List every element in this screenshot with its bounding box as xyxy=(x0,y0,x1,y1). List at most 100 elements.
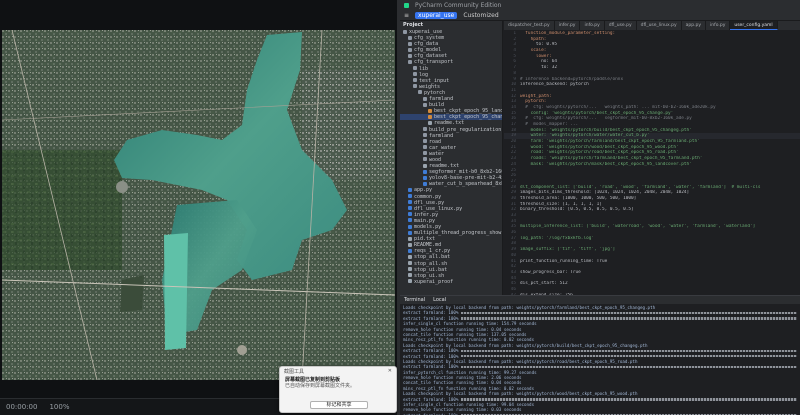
notification-line2: 已自动保存到屏幕截图文件夹。 xyxy=(285,383,356,389)
file-icon xyxy=(408,236,412,241)
tree-item-label: farmland xyxy=(429,96,454,103)
tree-item-label: build_pre_regularization xyxy=(429,126,502,133)
tree-item-label: yolov8-base-pre-mit-b2-4x2b-16 xyxy=(429,175,502,182)
menu-icon[interactable]: ≡ xyxy=(404,12,409,19)
file-icon xyxy=(408,254,412,259)
folder-icon xyxy=(408,53,412,58)
file-icon xyxy=(408,224,412,229)
project-panel-title: Project xyxy=(403,22,424,28)
progress-bar xyxy=(461,317,797,320)
main-toolbar: ≡ xuperai_use Customized xyxy=(400,10,800,21)
tree-item-label: pytorch xyxy=(424,89,446,96)
tree-item-label: stop_all.bat xyxy=(414,254,451,261)
code-text: print_function_running_time: True xyxy=(520,258,608,264)
editor-tab[interactable]: dfl_use.py xyxy=(605,21,637,30)
folder-icon xyxy=(418,90,422,95)
file-icon xyxy=(408,206,412,211)
tree-item-label: build xyxy=(429,102,445,109)
tree-item-label: infer.py xyxy=(414,211,439,218)
tree-item-label: water_cut_b_spearhead_8xb2-160 xyxy=(429,181,502,188)
tree-item-label: pid.txt xyxy=(414,236,436,243)
tree-item-label: dfl_use_linux.py xyxy=(414,205,463,212)
file-icon xyxy=(423,181,427,186)
file-icon xyxy=(408,267,412,272)
app-title: PyCharm Community Edition xyxy=(415,1,502,9)
terminal-tab[interactable]: Terminal xyxy=(404,297,425,303)
tree-item-label: road xyxy=(429,138,442,145)
code-text: show_progress_bar: True xyxy=(520,269,581,275)
tree-item-label: reqs_1_cr.py xyxy=(414,248,451,255)
tree-item-label: stop_ui.bat xyxy=(414,266,448,273)
branch-switcher[interactable]: Customized xyxy=(463,12,498,19)
folder-icon xyxy=(423,157,427,162)
file-icon xyxy=(408,187,412,192)
progress-bar xyxy=(461,349,797,353)
folder-icon xyxy=(408,47,412,52)
folder-icon xyxy=(423,151,427,156)
tree-item-label: readme.txt xyxy=(434,120,465,127)
folder-icon xyxy=(423,96,427,101)
tree-item-label: segformer_mit-b0_8xb2-160k_ad xyxy=(429,169,502,176)
editor-tab[interactable]: app.py xyxy=(682,21,707,30)
code-text: mask: 'weights/pytorch/mask/best_ckpt_ep… xyxy=(520,161,692,167)
editor-tab[interactable]: dispatcher_test.py xyxy=(504,21,555,30)
file-icon xyxy=(408,248,412,253)
project-switcher[interactable]: xuperai_use xyxy=(415,11,458,19)
close-icon[interactable]: ✕ xyxy=(388,368,392,374)
folder-icon xyxy=(423,145,427,150)
editor-tab[interactable]: info.py xyxy=(706,21,731,30)
tree-item-label: README.md xyxy=(414,242,442,249)
file-icon xyxy=(428,120,432,125)
tree-item-label: cfg_transport xyxy=(414,59,454,66)
file-icon xyxy=(408,230,412,235)
editor-tabs: dispatcher_test.py infer.py info.py dfl_use… xyxy=(504,21,800,30)
file-icon xyxy=(408,279,412,284)
terminal-tabs: Terminal Local xyxy=(400,296,800,304)
file-icon xyxy=(408,200,412,205)
screenshot-notification[interactable]: 截图工具 ✕ 屏幕截图已复制到剪贴板 已自动保存到屏幕截图文件夹。 标记和共享 xyxy=(279,366,397,413)
tree-item-label: car_water xyxy=(429,144,457,151)
tree-item-label: xuperai_use xyxy=(409,29,443,35)
editor-tab[interactable]: info.py xyxy=(580,21,605,30)
tree-item-label: models.py xyxy=(414,224,442,230)
folder-icon xyxy=(408,35,412,40)
folder-icon xyxy=(423,139,427,144)
editor-tab[interactable]: dfl_use_linux.py xyxy=(637,21,682,30)
file-icon xyxy=(423,175,427,180)
file-icon xyxy=(423,163,427,168)
tree-item-label: test_input xyxy=(419,77,450,84)
file-icon xyxy=(408,261,412,266)
file-icon xyxy=(408,194,412,199)
file-icon xyxy=(408,212,412,217)
tree-item-label: weights xyxy=(419,83,441,90)
editor-tab[interactable]: infer.py xyxy=(555,21,581,30)
tree-item-label: stop_all.sh xyxy=(414,260,448,267)
terminal-output[interactable]: Loads checkpoint by local backend from p… xyxy=(400,304,800,415)
terminal-tab[interactable]: Local xyxy=(433,297,446,303)
code-area[interactable]: 1 function_module_parameter_setting: 2 hp… xyxy=(504,31,800,295)
editor-tab[interactable]: user_config.yaml xyxy=(730,21,778,30)
tree-item-label: best_ckpt_epoch_95_changeg xyxy=(434,114,502,121)
tree-item-label: cfg_data xyxy=(414,41,439,48)
notification-body: 屏幕截图已复制到剪贴板 已自动保存到屏幕截图文件夹。 xyxy=(280,375,396,391)
pycharm-window: PyCharm Community Edition ≡ xuperai_use … xyxy=(400,0,800,415)
app-logo-icon xyxy=(404,2,409,8)
satellite-image[interactable] xyxy=(2,30,395,380)
code-text: dis_pct_start: 512 xyxy=(520,281,568,287)
file-icon xyxy=(428,108,432,113)
notification-app-name: 截图工具 xyxy=(284,368,305,375)
code-editor: dispatcher_test.py infer.py info.py dfl_use… xyxy=(504,21,800,295)
tree-item-label: dfl_use.py xyxy=(414,199,445,206)
file-icon xyxy=(408,242,412,247)
markup-share-button[interactable]: 标记和共享 xyxy=(310,401,368,409)
progress-bar xyxy=(461,365,797,369)
tree-item-label: app.py xyxy=(414,187,433,194)
project-panel: Project xuperai_use cfg_system cfg_data cfg… xyxy=(400,21,503,295)
tree-file[interactable]: xuperai_proof xyxy=(400,279,502,285)
folder-icon xyxy=(413,78,417,83)
tree-item-label: readme.txt xyxy=(429,163,460,170)
folder-icon xyxy=(408,59,412,64)
tree-item-label: water xyxy=(429,150,445,157)
progress-bar xyxy=(461,355,797,358)
folder-icon xyxy=(413,72,417,77)
